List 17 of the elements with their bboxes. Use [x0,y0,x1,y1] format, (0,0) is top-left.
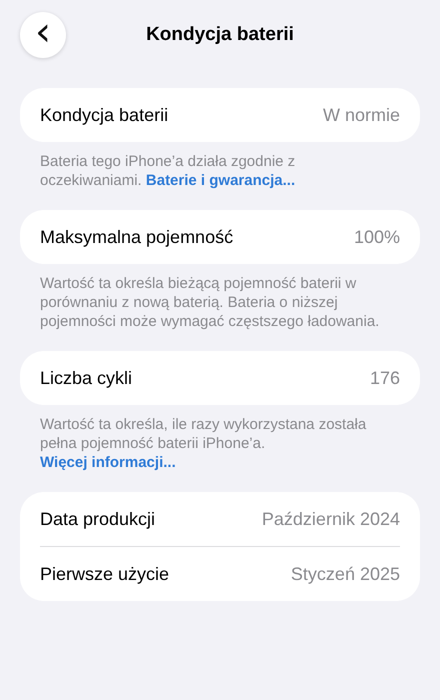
row-label: Pierwsze użycie [40,564,170,584]
row-label: Kondycja baterii [40,104,168,126]
row-label: Maksymalna pojemność [40,226,234,248]
section-footer: Bateria tego iPhone’a działa zgodnie z oczekiwaniami. Baterie i gwarancja... [40,152,400,190]
page-title: Kondycja baterii [146,24,294,45]
row-label: Data produkcji [40,508,156,530]
row-label: Liczba cykli [40,368,132,388]
section-footer: Wartość ta określa bieżącą pojemność baterii w porównaniu z nową baterią. Bateria o niższej pojemności może wymagać częstszego ładowania. [40,274,400,331]
row-value: Październik 2024 [262,508,400,530]
row-value: 100% [354,226,400,248]
section-footer: Wartość ta określa, ile razy wykorzystana została pełna pojemność baterii iPhone’a. Więcej informacji... [40,415,400,472]
footer-link[interactable]: Baterie i gwarancja... [146,172,296,189]
footer-link[interactable]: Więcej informacji... [40,454,176,471]
row-value: Styczeń 2025 [290,564,400,584]
row-value: 176 [370,368,400,388]
row-value: W normie [322,104,400,126]
back-button[interactable]: ‹ [20,12,66,58]
